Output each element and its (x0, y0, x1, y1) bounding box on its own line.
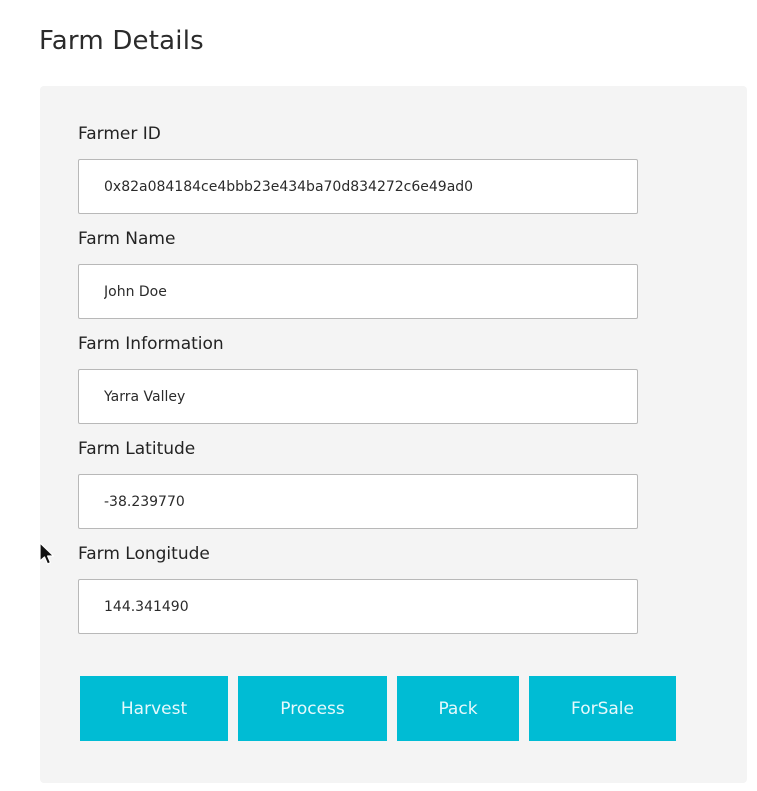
page-title: Farm Details (39, 26, 204, 56)
farmer-id-input[interactable] (78, 159, 638, 214)
farmer-id-label: Farmer ID (78, 124, 161, 144)
farm-name-input[interactable] (78, 264, 638, 319)
farm-latitude-input[interactable] (78, 474, 638, 529)
harvest-button[interactable]: Harvest (80, 676, 228, 741)
mouse-pointer-icon (39, 542, 55, 565)
farm-information-input[interactable] (78, 369, 638, 424)
farm-latitude-label: Farm Latitude (78, 439, 196, 459)
process-button[interactable]: Process (238, 676, 387, 741)
farm-details-form: Farmer ID Farm Name Farm Information Far… (40, 86, 747, 783)
farm-information-label: Farm Information (78, 334, 224, 354)
pack-button[interactable]: Pack (397, 676, 519, 741)
farm-longitude-label: Farm Longitude (78, 544, 210, 564)
for-sale-button[interactable]: ForSale (529, 676, 676, 741)
farm-longitude-input[interactable] (78, 579, 638, 634)
farm-name-label: Farm Name (78, 229, 176, 249)
